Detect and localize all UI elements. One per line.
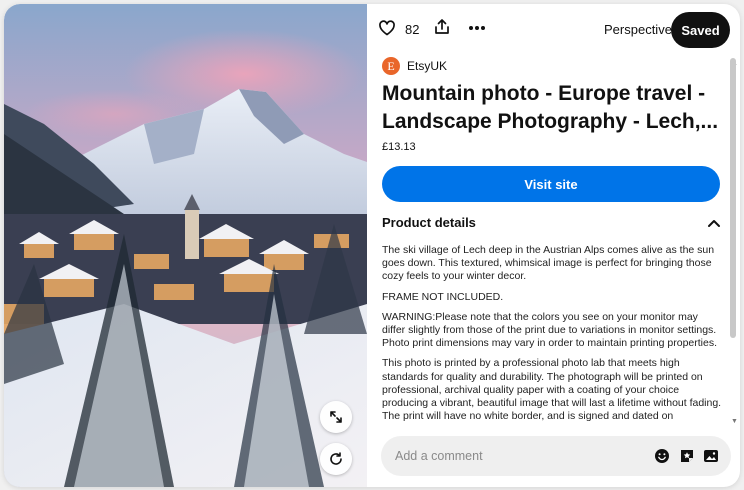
share-icon[interactable] bbox=[433, 18, 451, 36]
pin-details-scroll[interactable]: E EtsyUK Mountain photo - Europe travel … bbox=[367, 54, 729, 428]
action-bar: 82 Perspective Saved bbox=[367, 4, 740, 54]
pin-title-line-2: Landscape Photography - Lech,... bbox=[382, 110, 719, 133]
comment-box bbox=[381, 436, 731, 476]
description-paragraph: FRAME NOT INCLUDED. bbox=[382, 290, 504, 303]
emoji-icon[interactable] bbox=[654, 448, 670, 464]
pin-details-panel: 82 Perspective Saved E EtsyUK Mountain p… bbox=[367, 4, 740, 487]
product-details-title: Product details bbox=[382, 215, 476, 230]
chevron-up-icon bbox=[708, 220, 720, 227]
like-count: 82 bbox=[405, 22, 420, 37]
heart-icon[interactable] bbox=[378, 19, 396, 37]
source-link[interactable]: E EtsyUK bbox=[382, 56, 447, 76]
description-paragraph: The ski village of Lech deep in the Aust… bbox=[382, 244, 715, 283]
mountain-village-photo bbox=[4, 4, 367, 487]
product-description: The ski village of Lech deep in the Aust… bbox=[382, 244, 722, 428]
board-selector[interactable]: Perspective bbox=[604, 22, 672, 37]
expand-button[interactable] bbox=[320, 401, 352, 433]
pin-image[interactable] bbox=[4, 4, 367, 487]
description-paragraph: WARNING:Please note that the colors you … bbox=[382, 310, 717, 350]
pin-title-line-1: Mountain photo - Europe travel - bbox=[382, 82, 706, 105]
visual-search-button[interactable] bbox=[320, 443, 352, 475]
source-logo: E bbox=[382, 57, 400, 75]
visual-search-icon bbox=[330, 452, 342, 465]
product-details-toggle[interactable]: Product details bbox=[382, 213, 722, 233]
saved-button[interactable]: Saved bbox=[671, 12, 730, 48]
photo-icon[interactable] bbox=[703, 448, 719, 464]
more-icon[interactable] bbox=[467, 18, 487, 38]
price: £13.13 bbox=[382, 141, 416, 153]
pin-title: Mountain photo - Europe travel - Landsca… bbox=[382, 80, 722, 136]
expand-icon bbox=[330, 411, 342, 423]
comment-input[interactable] bbox=[395, 436, 635, 476]
scrollbar[interactable] bbox=[729, 58, 737, 430]
sticker-icon[interactable] bbox=[679, 448, 695, 464]
description-paragraph: This photo is printed by a professional … bbox=[382, 357, 722, 423]
scrollbar-thumb[interactable] bbox=[730, 58, 736, 338]
pin-card: 82 Perspective Saved E EtsyUK Mountain p… bbox=[4, 4, 740, 487]
source-name: EtsyUK bbox=[407, 59, 448, 73]
visit-site-button[interactable]: Visit site bbox=[382, 166, 720, 202]
scroll-down-arrow[interactable]: ▼ bbox=[731, 418, 738, 425]
